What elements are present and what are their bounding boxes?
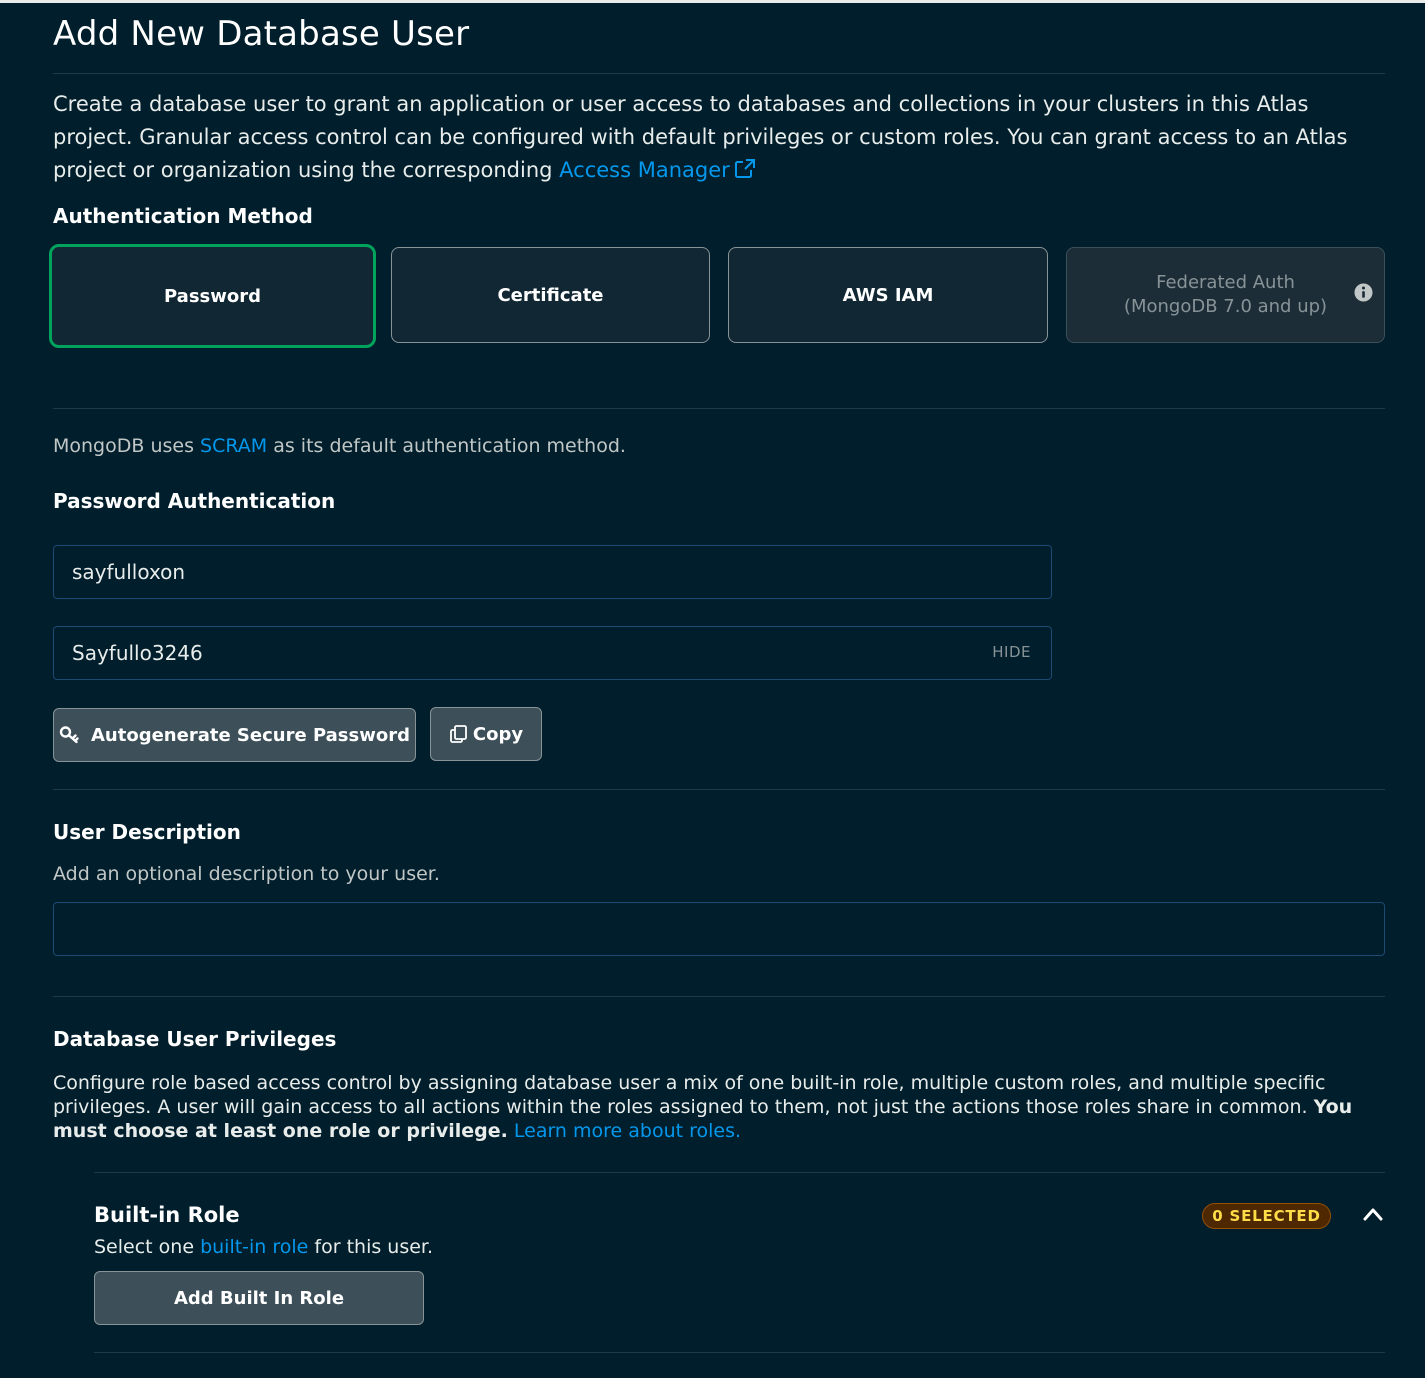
auth-option-sublabel: (MongoDB 7.0 and up) [1123, 296, 1328, 317]
username-value: sayfulloxon [72, 560, 186, 584]
divider [53, 996, 1385, 997]
divider [94, 1352, 1385, 1353]
auth-option-label: AWS IAM [842, 284, 934, 306]
auth-method-heading: Authentication Method [53, 204, 313, 228]
divider [53, 789, 1385, 790]
page-title: Add New Database User [53, 14, 470, 54]
username-input[interactable]: sayfulloxon [53, 545, 1052, 599]
autogenerate-label: Autogenerate Secure Password [91, 724, 410, 746]
password-auth-heading: Password Authentication [53, 489, 336, 513]
add-built-in-role-label: Add Built In Role [173, 1287, 345, 1309]
builtin-role-heading: Built-in Role [94, 1203, 240, 1227]
external-link-icon [734, 159, 755, 178]
add-built-in-role-button[interactable]: Add Built In Role [94, 1271, 424, 1325]
learn-more-roles-link[interactable]: Learn more about roles. [514, 1120, 741, 1142]
password-value: Sayfullo3246 [72, 641, 203, 665]
auth-note: MongoDB uses SCRAM as its default authen… [53, 435, 626, 457]
builtin-role-link[interactable]: built-in role [200, 1236, 308, 1258]
top-border [0, 0, 1425, 3]
builtin-role-help: Select one built-in role for this user. [94, 1236, 434, 1258]
scram-link[interactable]: SCRAM [200, 435, 267, 457]
chevron-up-icon[interactable] [1362, 1206, 1384, 1222]
copy-button[interactable]: Copy [430, 707, 542, 761]
auth-option-label: Federated Auth [1156, 272, 1295, 293]
info-icon[interactable] [1354, 283, 1373, 302]
user-description-help: Add an optional description to your user… [53, 863, 440, 885]
auth-option-certificate[interactable]: Certificate [391, 247, 710, 343]
user-description-input[interactable] [53, 902, 1385, 956]
access-manager-link[interactable]: Access Manager [559, 158, 756, 182]
auth-option-label: Certificate [497, 284, 604, 306]
divider [53, 408, 1385, 409]
auth-option-password[interactable]: Password [49, 244, 376, 348]
auth-option-aws-iam[interactable]: AWS IAM [728, 247, 1048, 343]
key-icon [59, 726, 79, 744]
divider [94, 1172, 1385, 1173]
copy-label: Copy [472, 723, 524, 745]
password-input[interactable]: Sayfullo3246 HIDE [53, 626, 1052, 680]
user-description-heading: User Description [53, 820, 241, 844]
privileges-description: Configure role based access control by a… [53, 1072, 1353, 1142]
copy-icon [449, 725, 467, 743]
auth-option-label: Password [163, 285, 262, 307]
divider [53, 73, 1385, 74]
privileges-heading: Database User Privileges [53, 1027, 337, 1051]
auth-option-federated-auth: Federated Auth (MongoDB 7.0 and up) [1066, 247, 1385, 343]
hide-password-button[interactable]: HIDE [992, 643, 1031, 661]
selected-count-badge: 0 SELECTED [1202, 1203, 1331, 1229]
autogenerate-password-button[interactable]: Autogenerate Secure Password [53, 708, 416, 762]
intro-paragraph: Create a database user to grant an appli… [53, 88, 1385, 187]
